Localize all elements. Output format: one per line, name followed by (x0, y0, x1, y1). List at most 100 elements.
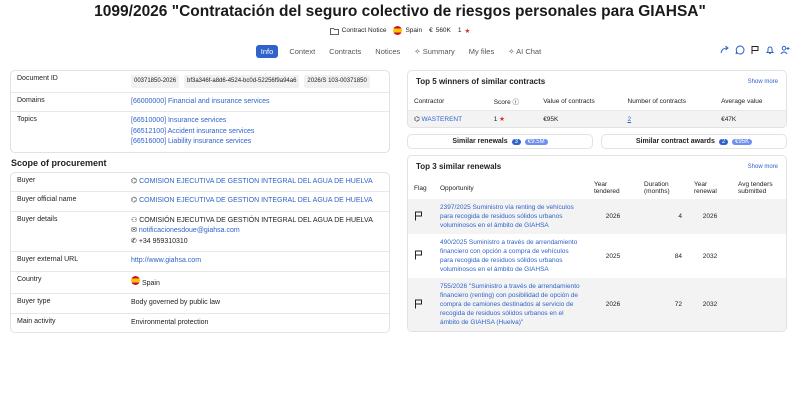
org-icon: ⌬ (131, 177, 138, 185)
winner-average: €47K (715, 110, 786, 127)
similar-awards-count: 2 (718, 139, 729, 145)
column-header: Score ⓘ (488, 92, 537, 111)
column-header: Year tendered (594, 181, 620, 195)
topic-link[interactable]: [66512100] Accident insurance services (131, 127, 383, 138)
buyer-official-label: Buyer official name (17, 196, 77, 203)
tab-my-files[interactable]: My files (466, 45, 497, 58)
column-header: Duration (months) (644, 181, 670, 195)
duration-months: 4 (638, 199, 688, 234)
mail-icon: ✉ (131, 227, 137, 234)
renewals-panel: Top 3 similar renewals Show more Flag Op… (407, 155, 787, 332)
year-renewal: 2032 (702, 252, 718, 260)
similar-renewals-label: Similar renewals (452, 138, 508, 145)
winners-show-more[interactable]: Show more (748, 79, 778, 85)
similar-renewals-amount: €9.5M (524, 139, 548, 145)
topic-link[interactable]: [66516000] Liability insurance services (131, 137, 383, 148)
duration-months: 72 (638, 278, 688, 331)
column-header: Year renewal (694, 181, 717, 195)
sparkle-icon: ✧ (414, 46, 421, 56)
info-icon[interactable]: ⓘ (513, 99, 520, 106)
flag-icon[interactable] (750, 45, 760, 55)
buyer-details-row: Buyer details ⚇ COMISIÓN EJECUTIVA DE GE… (11, 212, 389, 252)
topic-link[interactable]: [66510000] Insurance services (131, 116, 383, 127)
column-header: Opportunity (440, 184, 474, 192)
org-icon: ⌬ (414, 116, 420, 123)
domains-label: Domains (17, 96, 45, 104)
star-icon: ★ (464, 27, 471, 35)
buyer-link[interactable]: COMISION EJECUTIVA DE GESTION INTEGRAL D… (139, 178, 373, 185)
add-user-icon[interactable] (780, 45, 790, 55)
tab-ai-chat[interactable]: ✧ AI Chat (505, 45, 544, 58)
flag-icon[interactable] (414, 299, 423, 309)
year-tendered: 2026 (588, 278, 638, 331)
winner-count-link[interactable]: 2 (628, 116, 632, 123)
similar-bar: Similar renewals 3 €9.5M Similar contrac… (407, 134, 787, 149)
tab-contracts[interactable]: Contracts (326, 45, 364, 58)
main-activity-row: Main activity Environmental protection (11, 314, 389, 333)
right-column: Top 5 winners of similar contracts Show … (407, 70, 787, 332)
buyer-url-row: Buyer external URL http://www.giahsa.com (11, 252, 389, 272)
flag-icon[interactable] (414, 211, 423, 221)
opportunity-link[interactable]: 755/2026 "Suministro a través de arrenda… (440, 283, 580, 326)
winner-value: €95K (537, 110, 622, 127)
buyer-url-label: Buyer external URL (17, 256, 79, 263)
similar-awards-button[interactable]: Similar contract awards 2 €95K (601, 134, 787, 149)
buyer-details-label: Buyer details (17, 215, 58, 223)
country: Spain (405, 27, 423, 34)
renewals-title: Top 3 similar renewals (416, 162, 502, 171)
country-row: Country Spain (11, 272, 389, 294)
renewals-show-more[interactable]: Show more (748, 164, 778, 170)
tab-summary-label: Summary (422, 46, 455, 56)
tab-summary[interactable]: ✧ Summary (411, 45, 457, 58)
action-icons (720, 45, 790, 55)
scope-title: Scope of procurement (11, 157, 107, 168)
notice-type-badge: Contract Notice (329, 27, 387, 35)
domains-row: Domains [66000000] Financial and insuran… (11, 93, 389, 112)
winner-score: 1 (493, 116, 498, 123)
spain-flag-icon (131, 275, 140, 285)
column-header: Contractor (414, 97, 445, 105)
winners-table: Contractor Score ⓘ Value of contracts Nu… (408, 92, 786, 127)
buyer-row: Buyer ⌬ COMISION EJECUTIVA DE GESTION IN… (11, 173, 389, 192)
topics-label: Topics (17, 116, 37, 123)
avg-tenders (732, 199, 786, 234)
phone-icon: ✆ (131, 237, 137, 245)
renewals-table: Flag Opportunity Year tendered Duration … (408, 177, 786, 331)
buyer-details-name: COMISIÓN EJECUTIVA DE GESTIÓN INTEGRAL D… (139, 216, 373, 224)
contractor-link[interactable]: WASTERENT (422, 116, 463, 123)
domain-link[interactable]: [66000000] Financial and insurance servi… (131, 98, 270, 105)
document-id-label: Document ID (17, 75, 58, 82)
buyer-official-link[interactable]: COMISION EJECUTIVA DE GESTION INTEGRAL D… (139, 197, 373, 204)
sparkle-icon: ✧ (508, 46, 515, 56)
buyer-email-link[interactable]: notificacionesdoue@giahsa.com (139, 227, 240, 234)
buyer-url-link[interactable]: http://www.giahsa.com (131, 257, 201, 264)
person-icon: ⚇ (131, 216, 138, 224)
buyer-official-row: Buyer official name ⌬ COMISION EJECUTIVA… (11, 192, 389, 212)
folder-icon (329, 27, 339, 35)
share-icon[interactable] (720, 45, 730, 55)
avg-tenders (732, 278, 786, 331)
tab-notices[interactable]: Notices (372, 45, 403, 58)
year-renewal: 2032 (688, 278, 732, 331)
bell-icon[interactable] (765, 45, 775, 55)
buyer-label: Buyer (17, 176, 36, 184)
winners-title: Top 5 winners of similar contracts (416, 77, 546, 86)
scope-table: Buyer ⌬ COMISION EJECUTIVA DE GESTION IN… (10, 171, 390, 333)
column-header: Number of contracts (627, 97, 687, 105)
left-column: Document ID 00371850-2026 bf3a346f-a8d6-… (10, 70, 390, 333)
main-activity-label: Main activity (17, 317, 56, 325)
column-header: Avg tenders submitted (738, 181, 773, 195)
table-row: 755/2026 "Suministro a través de arrenda… (408, 278, 786, 331)
flag-icon[interactable] (414, 250, 423, 260)
similar-renewals-button[interactable]: Similar renewals 3 €9.5M (407, 134, 593, 149)
score: 1 (457, 27, 462, 34)
main-activity-value: Environmental protection (131, 318, 209, 326)
notice-type: Contract Notice (341, 27, 387, 34)
tab-context[interactable]: Context (286, 45, 318, 58)
country-label: Country (17, 275, 42, 283)
avg-tenders (732, 234, 786, 278)
opportunity-link[interactable]: 490/2025 Suministro a través de arrendam… (440, 239, 577, 273)
opportunity-link[interactable]: 2397/2025 Suministro vía renting de vehí… (440, 204, 574, 229)
chat-bubble-icon[interactable] (735, 45, 745, 55)
tab-info[interactable]: Info (255, 44, 279, 58)
